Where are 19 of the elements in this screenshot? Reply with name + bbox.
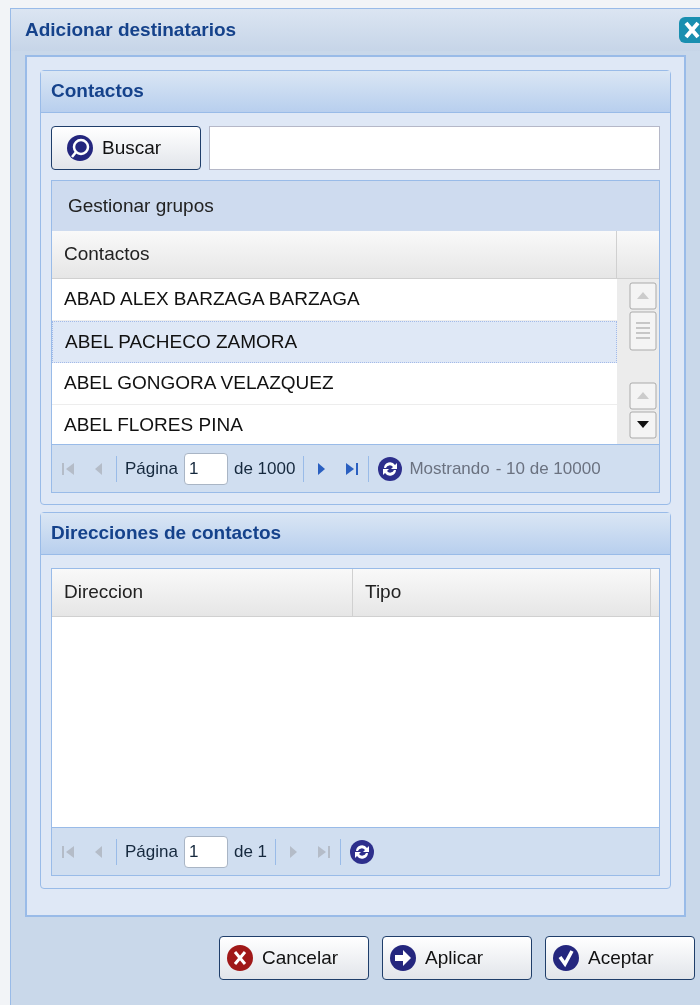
column-header[interactable]: Direccion <box>52 569 353 616</box>
dialog-button[interactable]: Aplicar <box>382 936 532 980</box>
manage-groups-button[interactable]: Gestionar grupos <box>68 191 214 221</box>
panel-title: Direcciones de contactos <box>51 521 282 546</box>
paging-status: Mostrando <box>409 457 490 480</box>
dialog-button[interactable]: Cancelar <box>219 936 369 980</box>
page-count: de 1 <box>233 840 268 863</box>
contact-row[interactable]: ABEL PACHECO ZAMORA <box>52 321 617 363</box>
search-button[interactable]: Buscar <box>51 126 201 170</box>
page-count: de 1000 <box>233 457 296 480</box>
panel-title: Contactos <box>51 79 144 104</box>
page-label: Página <box>125 840 178 863</box>
column-header[interactable]: Tipo <box>353 569 651 616</box>
page-input[interactable]: 1 <box>183 452 228 485</box>
paging-status: - 10 de 10000 <box>495 457 601 480</box>
page-input[interactable]: 1 <box>183 835 228 868</box>
window-title: Adicionar destinatarios <box>25 17 237 42</box>
page-label: Página <box>125 457 178 480</box>
dialog-button[interactable]: Aceptar <box>545 936 695 980</box>
